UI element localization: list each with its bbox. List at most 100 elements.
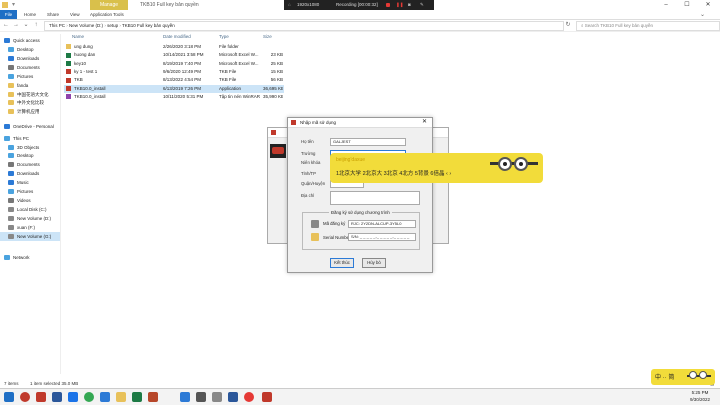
- sidebar-item[interactable]: Documents: [0, 63, 60, 72]
- up-arrow-icon[interactable]: ↑: [32, 21, 40, 30]
- sidebar-item[interactable]: Videos: [0, 196, 60, 205]
- breadcrumb-volume[interactable]: New Volume (D:): [69, 23, 103, 28]
- sidebar-item[interactable]: 中外文化比较: [0, 98, 60, 107]
- browser-icon[interactable]: [20, 392, 30, 402]
- word-doc-icon[interactable]: [228, 392, 238, 402]
- camera-icon[interactable]: ◙: [408, 0, 411, 10]
- ime-candidate-list[interactable]: 1北京大学 2北京大 3北京 4北方 5背景 6倍晶 ‹ ›: [336, 169, 451, 177]
- sidebar-item[interactable]: Downloads: [0, 54, 60, 63]
- recent-chevron-icon[interactable]: ⌄: [22, 21, 30, 30]
- word-icon[interactable]: [52, 392, 62, 402]
- settings-icon[interactable]: [212, 392, 222, 402]
- maximize-button[interactable]: ☐: [679, 0, 695, 10]
- file-date-text: 8/13/2022 4:54 PM: [163, 77, 202, 83]
- sidebar-item[interactable]: Desktop: [0, 151, 60, 160]
- sidebar-item[interactable]: New Volume (G:): [0, 232, 60, 241]
- table-row[interactable]: ung dung 2/26/2020 3:18 PM File folder: [64, 43, 284, 51]
- sidebar-item[interactable]: xuan (F:): [0, 223, 60, 232]
- start-button-icon[interactable]: [4, 392, 14, 402]
- sidebar-item[interactable]: New Volume (D:): [0, 214, 60, 223]
- full-name-field[interactable]: GALJEST: [330, 138, 406, 146]
- back-arrow-icon[interactable]: ←: [2, 21, 10, 30]
- table-row[interactable]: TKB10.0_install 10/11/2020 5:31 PM Tập tin…: [64, 93, 284, 101]
- manage-tab[interactable]: Manage: [90, 0, 128, 10]
- column-name[interactable]: Name: [72, 33, 84, 41]
- file-explorer-icon[interactable]: [116, 392, 126, 402]
- file-type-icon: [66, 85, 71, 91]
- sidebar-item[interactable]: fanda: [0, 81, 60, 90]
- table-row[interactable]: huong dan 10/14/2021 3:58 PM Microsoft Exc…: [64, 51, 284, 59]
- breadcrumb-setup[interactable]: setup: [107, 23, 118, 28]
- zalo-icon[interactable]: [68, 392, 78, 402]
- tab-application-tools[interactable]: Application Tools: [90, 10, 124, 19]
- minimize-button[interactable]: –: [658, 0, 674, 10]
- table-row[interactable]: ky 1 - test 1 9/6/2020 12:49 PM TKB File 15…: [64, 68, 284, 76]
- search-input[interactable]: ⌕ Search TKB10 Full key bản quyền: [576, 21, 720, 31]
- refresh-icon[interactable]: ↻: [564, 21, 572, 30]
- column-type[interactable]: Type: [219, 33, 229, 41]
- address-bar[interactable]: This PC › New Volume (D:) › setup › TKB1…: [44, 21, 564, 31]
- sidebar-item[interactable]: Pictures: [0, 187, 60, 196]
- recorder-app-icon[interactable]: [244, 392, 254, 402]
- tab-file[interactable]: File: [0, 10, 17, 19]
- ime-language-bar[interactable]: 中 ·· 简: [651, 369, 715, 385]
- breadcrumb-this-pc[interactable]: This PC: [49, 23, 65, 28]
- sidebar-item[interactable]: Quick access: [0, 36, 60, 45]
- tab-home[interactable]: Home: [24, 10, 36, 19]
- breadcrumb-current-folder[interactable]: TKB10 Full key bản quyền: [122, 23, 175, 28]
- forward-arrow-icon[interactable]: →: [12, 21, 20, 30]
- mail-icon[interactable]: [100, 392, 110, 402]
- excel-icon[interactable]: [132, 392, 142, 402]
- sidebar-item[interactable]: Network: [0, 253, 60, 262]
- app-icon[interactable]: [196, 392, 206, 402]
- stop-record-icon[interactable]: [386, 3, 390, 7]
- file-type: TKB File: [219, 68, 261, 76]
- powerpoint-icon[interactable]: [36, 392, 46, 402]
- table-row[interactable]: TKB10.0_install 6/13/2019 7:26 PM Applicat…: [64, 84, 284, 93]
- quick-access-toolbar-icon[interactable]: ▾: [12, 1, 15, 8]
- sidebar-item[interactable]: Pictures: [0, 72, 60, 81]
- file-size-text: 25 KB: [270, 60, 283, 66]
- file-name-text: ky 1 - test 1: [74, 68, 98, 74]
- serial-number-field[interactable]: S/N: _ _ _ _ _-_ _ _ _ _-_ _ _ _ _: [348, 233, 416, 241]
- file-size-text: 23 KB: [270, 52, 283, 58]
- sidebar-item-label: Documents: [17, 162, 40, 167]
- cancel-button[interactable]: Hủy bỏ: [362, 258, 386, 268]
- table-row[interactable]: TKB 8/13/2022 4:54 PM TKB File 56 KB: [64, 76, 284, 84]
- sidebar-item-label: Desktop: [17, 47, 34, 52]
- tab-share[interactable]: Share: [47, 10, 59, 19]
- sidebar-item[interactable]: 计算机应用: [0, 107, 60, 116]
- onenote-icon[interactable]: [148, 392, 158, 402]
- recorder-home-icon[interactable]: ⌂: [288, 0, 291, 10]
- taskbar-clock[interactable]: 5:25 PM 9/30/2022: [680, 389, 720, 403]
- sidebar-item[interactable]: Desktop: [0, 45, 60, 54]
- sidebar-item[interactable]: Music: [0, 178, 60, 187]
- table-row[interactable]: key10 8/19/2019 7:40 PM Microsoft Excel W.…: [64, 60, 284, 68]
- folder-icon: [8, 100, 14, 106]
- sidebar-item-label: Downloads: [17, 171, 40, 176]
- sidebar-item-label: New Volume (D:): [17, 216, 52, 221]
- sidebar-item-label: Downloads: [17, 56, 40, 61]
- dialog-close-icon[interactable]: ✕: [422, 118, 427, 127]
- finish-button[interactable]: Kết thúc: [330, 258, 354, 268]
- reg-code-field[interactable]: RJC: 2Y2DN-ALCUP-3Y5L0: [348, 220, 416, 228]
- sidebar-item[interactable]: This PC: [0, 134, 60, 143]
- wechat-icon[interactable]: [84, 392, 94, 402]
- column-size[interactable]: Size: [263, 33, 272, 41]
- column-date-modified[interactable]: Date modified: [163, 33, 191, 41]
- tab-view[interactable]: View: [70, 10, 80, 19]
- sidebar-item[interactable]: Documents: [0, 160, 60, 169]
- edge-icon[interactable]: [180, 392, 190, 402]
- sidebar-item[interactable]: OneDrive - Personal: [0, 122, 60, 131]
- address-field[interactable]: [330, 191, 420, 205]
- tkb-app-icon[interactable]: [262, 392, 272, 402]
- expand-ribbon-icon[interactable]: ⌄: [700, 11, 705, 18]
- file-name-text: key10: [74, 60, 87, 66]
- close-button[interactable]: ✕: [700, 0, 716, 10]
- sidebar-item[interactable]: Downloads: [0, 169, 60, 178]
- draw-icon[interactable]: ✎: [420, 0, 424, 10]
- registration-groupbox: Đăng ký sử dụng chương trình Mã đăng ký …: [302, 210, 420, 250]
- sidebar-item[interactable]: Local Disk (C:): [0, 205, 60, 214]
- pause-icon[interactable]: ❚❚: [396, 0, 404, 10]
- file-type: Tập tin nén WinRAR: [219, 93, 261, 101]
